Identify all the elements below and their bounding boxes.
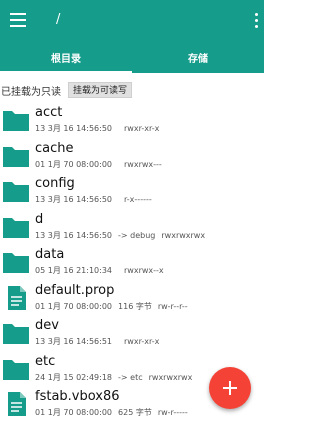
- list-item[interactable]: acct 13 3月 16 14:56:50 rwxr-xr-x: [0, 102, 264, 138]
- folder-icon: [3, 217, 29, 238]
- file-name: cache: [35, 140, 74, 156]
- file-meta: 24 1月 15 02:49:18 -> etc rwxrwxrwx: [35, 372, 193, 382]
- list-item[interactable]: config 13 3月 16 14:56:50 r-x------: [0, 173, 264, 209]
- file-meta: 13 3月 16 14:56:50 rwxr-xr-x: [35, 124, 160, 133]
- file-name: d: [35, 211, 44, 227]
- folder-icon: [3, 182, 29, 202]
- file-name: acct: [35, 105, 63, 120]
- file-meta: 01 1月 70 08:00:00 rwxrwx---: [35, 159, 162, 169]
- document-icon: [8, 285, 26, 310]
- tab-root[interactable]: 根目录: [0, 46, 132, 73]
- file-name: config: [35, 176, 75, 191]
- app-bar: / 根目录 存储: [0, 0, 264, 73]
- tab-storage[interactable]: 存储: [132, 46, 264, 73]
- file-name: dev: [35, 318, 59, 333]
- mount-status: 已挂载为只读: [1, 87, 61, 98]
- tab-bar: 根目录 存储: [0, 46, 264, 73]
- folder-icon: [3, 146, 29, 167]
- more-vert-icon[interactable]: [255, 13, 259, 31]
- add-fab-button[interactable]: [209, 367, 251, 409]
- file-meta: 05 1月 16 21:10:34 rwxrwx--x: [35, 266, 164, 275]
- list-item[interactable]: default.prop 01 1月 70 08:00:00 116 字节 rw-r…: [0, 280, 264, 316]
- file-name: etc: [35, 353, 56, 369]
- folder-icon: [3, 359, 29, 380]
- file-name: fstab.vbox86: [35, 389, 120, 404]
- folder-icon: [3, 111, 29, 131]
- list-item[interactable]: dev 13 3月 16 14:56:51 rwxr-xr-x: [0, 315, 264, 351]
- file-meta: 01 1月 70 08:00:00 116 字节 rw-r--r--: [35, 301, 188, 311]
- current-path: /: [56, 12, 61, 27]
- folder-icon: [3, 253, 29, 273]
- document-icon: [8, 392, 26, 416]
- folder-icon: [3, 324, 29, 344]
- mount-rw-button[interactable]: 挂载为可读写: [68, 82, 133, 98]
- file-meta: 13 3月 16 14:56:50 r-x------: [35, 195, 152, 204]
- file-meta: 01 1月 70 08:00:00 625 字节 rw-r-----: [35, 408, 188, 417]
- file-name: default.prop: [35, 282, 115, 298]
- file-name: data: [35, 247, 65, 262]
- hamburger-menu-icon[interactable]: [10, 13, 26, 27]
- mount-bar: 已挂载为只读 挂载为可读写: [0, 81, 264, 99]
- list-item[interactable]: cache 01 1月 70 08:00:00 rwxrwx---: [0, 138, 264, 174]
- file-meta: 13 3月 16 14:56:51 rwxr-xr-x: [35, 337, 160, 346]
- list-item[interactable]: data 05 1月 16 21:10:34 rwxrwx--x: [0, 244, 264, 280]
- file-meta: 13 3月 16 14:56:50 -> debug rwxrwxrwx: [35, 230, 206, 240]
- list-item[interactable]: d 13 3月 16 14:56:50 -> debug rwxrwxrwx: [0, 209, 264, 245]
